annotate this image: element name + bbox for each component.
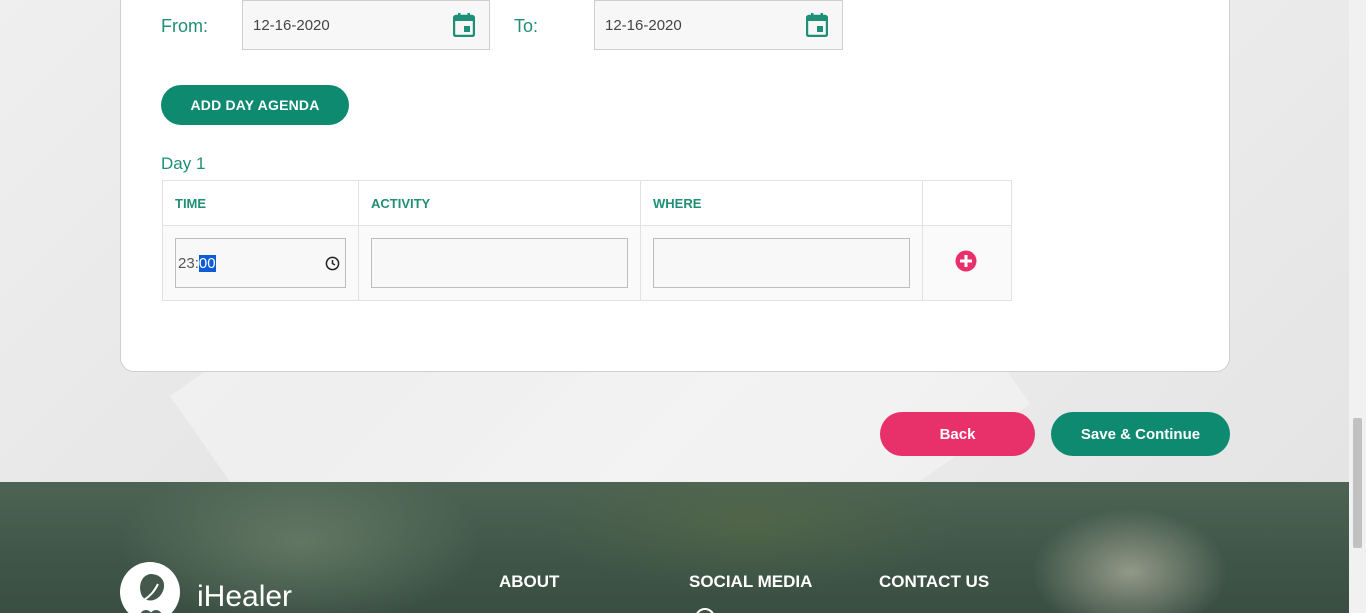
column-header-time: TIME (162, 180, 359, 226)
column-header-activity: ACTIVITY (358, 180, 641, 226)
agenda-table: TIME ACTIVITY WHERE 23:00 (162, 180, 1012, 301)
clock-icon[interactable] (325, 256, 340, 271)
calendar-icon[interactable] (806, 13, 828, 37)
to-date-input[interactable]: 12-16-2020 (594, 0, 843, 50)
footer-social-heading: SOCIAL MEDIA (689, 572, 813, 591)
from-label: From: (161, 16, 208, 36)
brand-name[interactable]: iHealer (197, 580, 292, 613)
where-cell (640, 225, 923, 301)
time-input[interactable]: 23:00 (175, 238, 346, 288)
footer-contact-link[interactable]: CONTACT US (879, 572, 989, 592)
footer: iHealer ABOUT SOCIAL MEDIA CONTACT US (0, 482, 1349, 613)
column-header-where: WHERE (640, 180, 923, 226)
time-minutes: 00 (198, 254, 216, 272)
calendar-icon[interactable] (453, 13, 475, 37)
scrollbar[interactable] (1349, 0, 1366, 613)
back-button[interactable]: Back (880, 412, 1035, 456)
scrollbar-thumb[interactable] (1353, 418, 1362, 548)
activity-input[interactable] (371, 238, 628, 288)
from-date-input[interactable]: 12-16-2020 (242, 0, 490, 50)
time-hours: 23 (178, 254, 195, 272)
to-date-value: 12-16-2020 (605, 16, 682, 34)
table-row: 23:00 (162, 225, 1012, 301)
ihealer-logo-icon[interactable] (120, 562, 180, 613)
save-continue-button[interactable]: Save & Continue (1051, 412, 1230, 456)
day-label: Day 1 (161, 154, 206, 173)
social-icon[interactable] (695, 608, 715, 613)
time-cell: 23:00 (162, 225, 359, 301)
add-row-icon[interactable] (955, 250, 977, 272)
from-date-value: 12-16-2020 (253, 16, 330, 34)
to-label: To: (514, 16, 539, 36)
where-input[interactable] (653, 238, 910, 288)
add-day-agenda-button[interactable]: ADD DAY AGENDA (161, 85, 349, 125)
action-cell (922, 225, 1012, 301)
activity-cell (358, 225, 641, 301)
footer-about-link[interactable]: ABOUT (499, 572, 559, 592)
table-header-row: TIME ACTIVITY WHERE (162, 180, 1012, 226)
column-header-actions (922, 180, 1012, 226)
